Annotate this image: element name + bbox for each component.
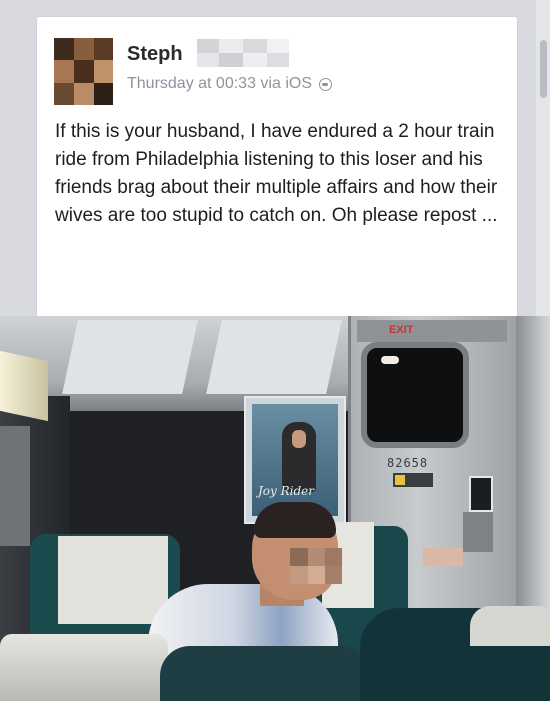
man-hair — [254, 502, 336, 538]
ceiling-light — [0, 350, 48, 422]
front-seat — [0, 634, 168, 701]
door-handle — [463, 512, 493, 552]
door-sticker — [469, 476, 493, 512]
author-name[interactable]: Steph — [127, 43, 183, 66]
door-window — [361, 342, 469, 448]
train-window — [0, 426, 30, 546]
headrest-cover — [58, 536, 168, 624]
scrollbar[interactable] — [536, 0, 550, 316]
poster-caption: Joy Rider — [258, 484, 315, 498]
door-plate — [423, 548, 463, 566]
globe-icon[interactable] — [318, 77, 332, 91]
post-photo[interactable]: Joy Rider EXIT 82658 — [0, 316, 550, 701]
post-timestamp[interactable]: Thursday at 00:33 via iOS — [127, 75, 312, 93]
post-meta: Thursday at 00:33 via iOS — [127, 75, 332, 93]
door-number: 82658 — [387, 456, 429, 470]
post-text: If this is your husband, I have endured … — [55, 121, 498, 226]
door-label — [393, 473, 433, 487]
exit-sign: EXIT — [389, 324, 414, 336]
avatar[interactable] — [54, 38, 113, 105]
face-blur — [290, 548, 342, 584]
front-seat — [160, 646, 370, 701]
redacted-last-name — [197, 39, 289, 67]
front-seat-edge — [470, 606, 550, 646]
post-card: Steph Thursday at 00:33 via iOS If this … — [36, 16, 518, 316]
scrollbar-thumb[interactable] — [540, 40, 547, 98]
door-frame — [516, 316, 550, 616]
